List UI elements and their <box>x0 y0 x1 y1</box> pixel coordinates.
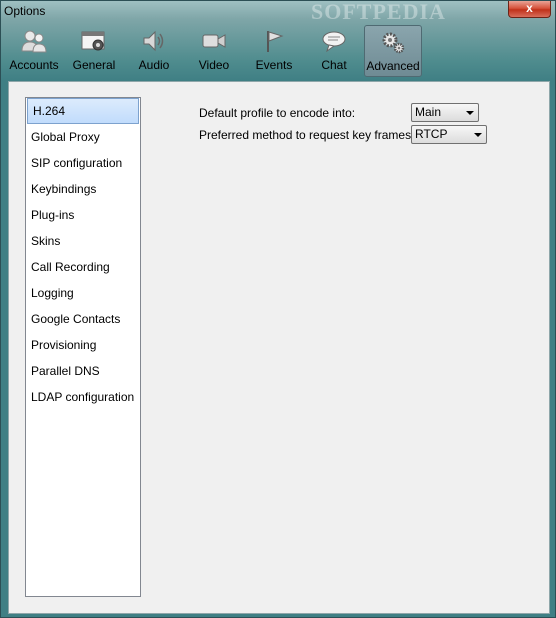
tab-events-label: Events <box>255 58 293 72</box>
category-item-global-proxy[interactable]: Global Proxy <box>26 124 140 150</box>
general-icon <box>81 31 105 51</box>
category-item-plug-ins[interactable]: Plug-ins <box>26 202 140 228</box>
category-item-ldap-configuration[interactable]: LDAP configuration <box>26 384 140 410</box>
tab-audio[interactable]: Audio <box>125 25 183 77</box>
keyframe-select-value: RTCP <box>415 127 448 141</box>
close-button[interactable]: x <box>508 1 551 18</box>
close-icon: x <box>526 1 533 15</box>
category-item-h264[interactable]: H.264 <box>27 98 139 124</box>
chevron-down-icon <box>474 133 482 137</box>
options-window: Options SOFTPEDIA x Accounts General Aud… <box>0 0 556 618</box>
profile-select-value: Main <box>415 105 442 119</box>
tab-general[interactable]: General <box>65 25 123 77</box>
category-item-sip-configuration[interactable]: SIP configuration <box>26 150 140 176</box>
tab-advanced[interactable]: Advanced <box>364 25 422 77</box>
tab-video[interactable]: Video <box>185 25 243 77</box>
chat-icon <box>322 31 346 53</box>
window-title: Options <box>4 4 46 18</box>
tab-video-label: Video <box>198 58 230 72</box>
accounts-icon <box>21 30 47 53</box>
profile-select[interactable]: Main <box>411 103 479 122</box>
watermark: SOFTPEDIA <box>311 0 446 24</box>
category-item-skins[interactable]: Skins <box>26 228 140 254</box>
keyframe-method-select[interactable]: RTCP <box>411 125 487 144</box>
tab-advanced-label: Advanced <box>366 59 420 73</box>
tab-accounts-label: Accounts <box>9 58 59 72</box>
advanced-category-list[interactable]: H.264 Global Proxy SIP configuration Key… <box>25 97 141 597</box>
audio-icon <box>143 30 164 52</box>
tab-chat-label: Chat <box>321 58 347 72</box>
tab-audio-label: Audio <box>138 58 170 72</box>
title-bar[interactable]: Options SOFTPEDIA x <box>1 0 555 24</box>
tab-chat[interactable]: Chat <box>305 25 363 77</box>
advanced-panel: H.264 Global Proxy SIP configuration Key… <box>8 81 550 614</box>
events-icon <box>267 31 284 52</box>
chevron-down-icon <box>466 111 474 115</box>
video-icon <box>202 34 226 48</box>
keyframe-label: Preferred method to request key frames: <box>199 128 415 142</box>
advanced-icon <box>382 32 405 54</box>
category-item-parallel-dns[interactable]: Parallel DNS <box>26 358 140 384</box>
profile-label: Default profile to encode into: <box>199 106 356 120</box>
toolbar: Accounts General Audio Video Events Chat… <box>1 23 555 79</box>
category-item-keybindings[interactable]: Keybindings <box>26 176 140 202</box>
category-item-call-recording[interactable]: Call Recording <box>26 254 140 280</box>
tab-events[interactable]: Events <box>245 25 303 77</box>
tab-accounts[interactable]: Accounts <box>5 25 63 77</box>
category-item-logging[interactable]: Logging <box>26 280 140 306</box>
tab-general-label: General <box>72 58 116 72</box>
category-item-google-contacts[interactable]: Google Contacts <box>26 306 140 332</box>
category-item-provisioning[interactable]: Provisioning <box>26 332 140 358</box>
